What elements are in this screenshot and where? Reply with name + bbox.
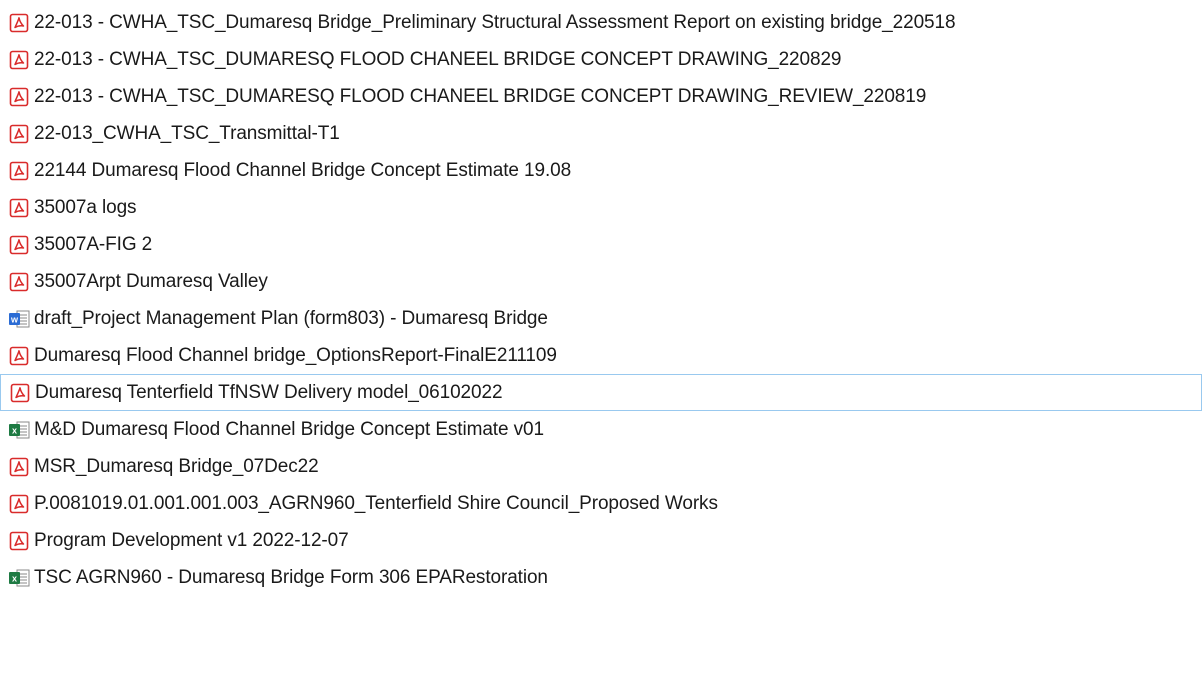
- pdf-icon: [8, 159, 30, 183]
- pdf-icon: [8, 233, 30, 257]
- file-name: M&D Dumaresq Flood Channel Bridge Concep…: [34, 418, 544, 440]
- file-name: 22-013_CWHA_TSC_Transmittal-T1: [34, 122, 340, 144]
- pdf-icon: [8, 270, 30, 294]
- file-name: Dumaresq Flood Channel bridge_OptionsRep…: [34, 344, 557, 366]
- file-name: 35007A-FIG 2: [34, 233, 153, 255]
- file-row[interactable]: 35007A-FIG 2: [0, 226, 1202, 263]
- pdf-icon: [8, 11, 30, 35]
- file-name: 35007a logs: [34, 196, 137, 218]
- file-row[interactable]: x TSC AGRN960 - Dumaresq Bridge Form 306 …: [0, 559, 1202, 596]
- file-name: 35007Arpt Dumaresq Valley: [34, 270, 268, 292]
- pdf-icon: [8, 85, 30, 109]
- pdf-icon: [8, 344, 30, 368]
- svg-text:x: x: [12, 573, 17, 583]
- file-name: 22144 Dumaresq Flood Channel Bridge Conc…: [34, 159, 572, 181]
- file-row[interactable]: 22-013_CWHA_TSC_Transmittal-T1: [0, 115, 1202, 152]
- file-name: Dumaresq Tenterfield TfNSW Delivery mode…: [35, 381, 503, 403]
- pdf-icon: [8, 122, 30, 146]
- file-row[interactable]: x M&D Dumaresq Flood Channel Bridge Conce…: [0, 411, 1202, 448]
- file-name: Program Development v1 2022-12-07: [34, 529, 349, 551]
- file-row[interactable]: 35007Arpt Dumaresq Valley: [0, 263, 1202, 300]
- file-name: 22-013 - CWHA_TSC_DUMARESQ FLOOD CHANEEL…: [34, 85, 927, 107]
- pdf-icon: [8, 492, 30, 516]
- file-row[interactable]: w draft_Project Management Plan (form803)…: [0, 300, 1202, 337]
- pdf-icon: [8, 529, 30, 553]
- file-name: P.0081019.01.001.001.003_AGRN960_Tenterf…: [34, 492, 718, 514]
- excel-icon: x: [8, 566, 30, 590]
- file-row[interactable]: P.0081019.01.001.001.003_AGRN960_Tenterf…: [0, 485, 1202, 522]
- file-row[interactable]: Dumaresq Tenterfield TfNSW Delivery mode…: [0, 374, 1202, 411]
- file-row[interactable]: MSR_Dumaresq Bridge_07Dec22: [0, 448, 1202, 485]
- file-name: 22-013 - CWHA_TSC_DUMARESQ FLOOD CHANEEL…: [34, 48, 842, 70]
- file-row[interactable]: 22-013 - CWHA_TSC_Dumaresq Bridge_Prelim…: [0, 4, 1202, 41]
- pdf-icon: [9, 381, 31, 405]
- file-name: draft_Project Management Plan (form803) …: [34, 307, 548, 329]
- file-name: 22-013 - CWHA_TSC_Dumaresq Bridge_Prelim…: [34, 11, 956, 33]
- pdf-icon: [8, 196, 30, 220]
- pdf-icon: [8, 455, 30, 479]
- file-list: 22-013 - CWHA_TSC_Dumaresq Bridge_Prelim…: [0, 0, 1202, 678]
- file-row[interactable]: Program Development v1 2022-12-07: [0, 522, 1202, 559]
- excel-icon: x: [8, 418, 30, 442]
- word-doc-icon: w: [8, 307, 30, 331]
- svg-text:x: x: [12, 425, 17, 435]
- file-name: TSC AGRN960 - Dumaresq Bridge Form 306 E…: [34, 566, 548, 588]
- file-row[interactable]: 22-013 - CWHA_TSC_DUMARESQ FLOOD CHANEEL…: [0, 78, 1202, 115]
- file-row[interactable]: Dumaresq Flood Channel bridge_OptionsRep…: [0, 337, 1202, 374]
- file-row[interactable]: 35007a logs: [0, 189, 1202, 226]
- file-row[interactable]: 22144 Dumaresq Flood Channel Bridge Conc…: [0, 152, 1202, 189]
- svg-text:w: w: [10, 314, 19, 324]
- pdf-icon: [8, 48, 30, 72]
- file-name: MSR_Dumaresq Bridge_07Dec22: [34, 455, 319, 477]
- file-row[interactable]: 22-013 - CWHA_TSC_DUMARESQ FLOOD CHANEEL…: [0, 41, 1202, 78]
